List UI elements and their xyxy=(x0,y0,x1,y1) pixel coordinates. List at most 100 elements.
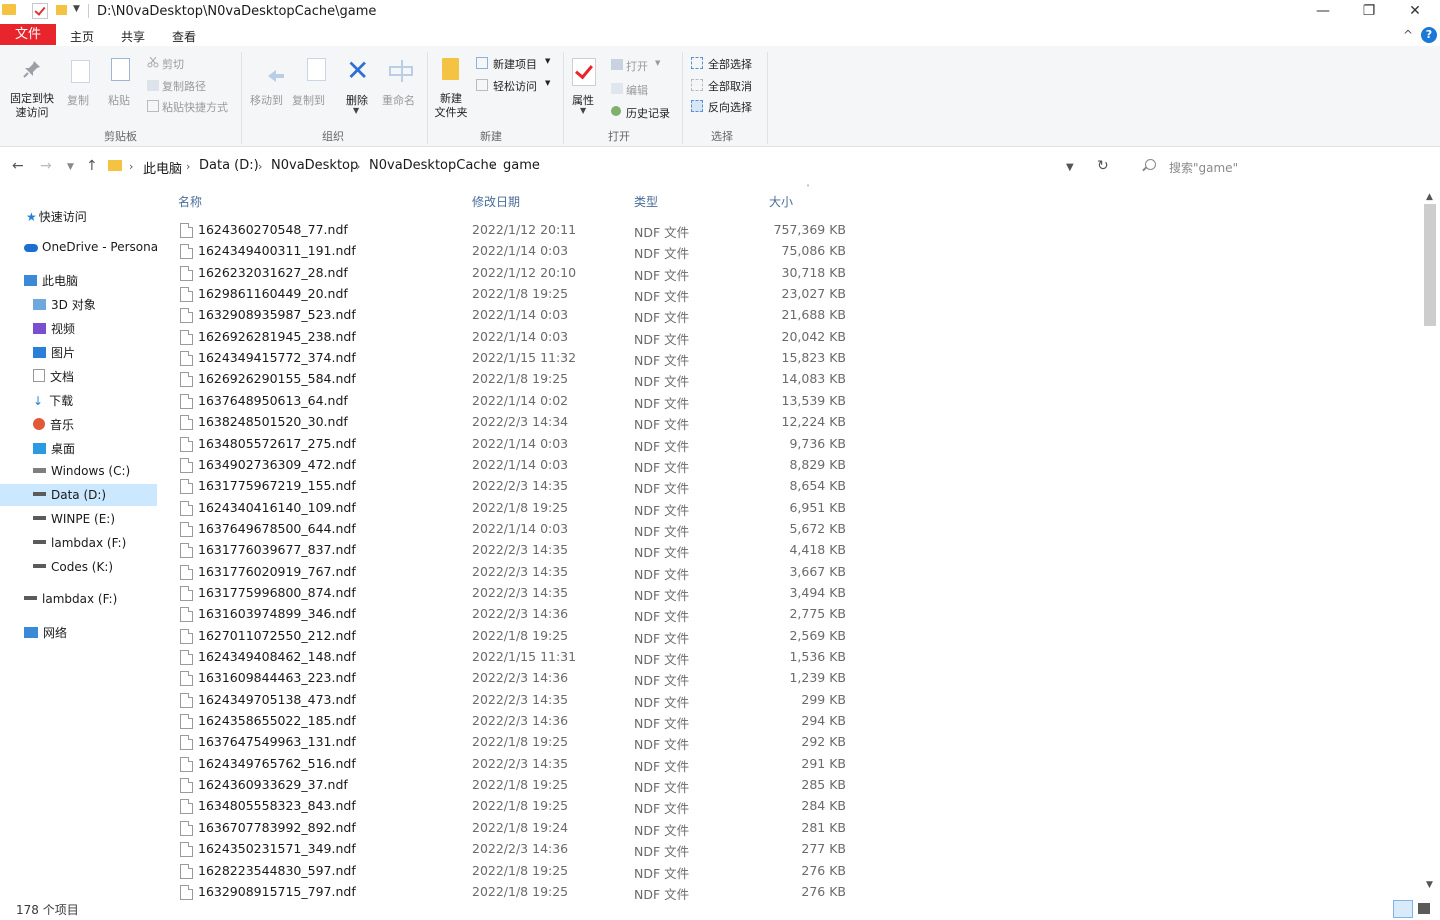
file-row[interactable]: 1624350231571_349.ndf 2022/2/3 14:36 NDF 文… xyxy=(172,838,862,859)
file-row[interactable]: 1637649678500_644.ndf 2022/1/14 0:03 NDF 文… xyxy=(172,518,862,539)
sidebar-item-pictures[interactable]: 图片 xyxy=(33,344,75,361)
sidebar-item-3d-objects[interactable]: 3D 对象 xyxy=(33,296,96,313)
select-none-button[interactable]: 全部取消 xyxy=(708,78,752,94)
tab-home[interactable]: 主页 xyxy=(70,28,94,45)
refresh-icon[interactable]: ↻ xyxy=(1097,158,1109,174)
file-row[interactable]: 1624340416140_109.ndf 2022/1/8 19:25 NDF 文… xyxy=(172,497,862,518)
scroll-up-icon[interactable]: ▲ xyxy=(1426,192,1433,202)
file-row[interactable]: 1632908915715_797.ndf 2022/1/8 19:25 NDF 文… xyxy=(172,881,862,902)
sidebar-item-network[interactable]: 网络 xyxy=(24,624,67,641)
file-row[interactable]: 1624360933629_37.ndf 2022/1/8 19:25 NDF 文件… xyxy=(172,774,862,795)
sidebar-item-quick-access[interactable]: ★ 快速访问 xyxy=(26,208,87,225)
file-row[interactable]: 1634805558323_843.ndf 2022/1/8 19:25 NDF 文… xyxy=(172,795,862,816)
sidebar-item-lambdax[interactable]: lambdax (F:) xyxy=(24,592,117,606)
collapse-ribbon-button[interactable]: ^ xyxy=(1403,28,1413,42)
file-row[interactable]: 1624349705138_473.ndf 2022/2/3 14:35 NDF 文… xyxy=(172,689,862,710)
copy-button[interactable]: 复制 xyxy=(67,92,89,108)
up-icon[interactable]: ↑ xyxy=(86,158,98,174)
file-row[interactable]: 1624349408462_148.ndf 2022/1/15 11:31 NDF … xyxy=(172,646,862,667)
new-folder-button[interactable]: 新建 文件夹 xyxy=(428,92,474,120)
breadcrumb-separator[interactable]: › xyxy=(356,160,360,173)
properties-quick-icon[interactable] xyxy=(32,3,48,19)
chevron-down-icon[interactable]: ▼ xyxy=(655,59,660,67)
breadcrumb-separator[interactable]: › xyxy=(186,160,190,173)
cut-button[interactable]: 剪切 xyxy=(162,56,184,72)
file-row[interactable]: 1631603974899_346.ndf 2022/2/3 14:36 NDF 文… xyxy=(172,603,862,624)
breadcrumb-separator[interactable]: › xyxy=(490,160,494,173)
new-item-button[interactable]: 新建项目 xyxy=(493,56,537,72)
breadcrumb-separator[interactable]: › xyxy=(258,160,262,173)
chevron-down-icon[interactable]: ▼ xyxy=(353,106,359,115)
copy-to-button[interactable]: 复制到 xyxy=(292,92,325,108)
column-header-size[interactable]: 大小 xyxy=(769,193,793,210)
forward-icon[interactable]: → xyxy=(40,158,52,174)
copy-path-button[interactable]: 复制路径 xyxy=(162,78,206,94)
sidebar-item-winpe-e[interactable]: WINPE (E:) xyxy=(33,512,115,526)
file-row[interactable]: 1624349415772_374.ndf 2022/1/15 11:32 NDF … xyxy=(172,347,862,368)
address-history-chevron-down-icon[interactable]: ▼ xyxy=(1066,162,1074,173)
breadcrumb-data-d[interactable]: Data (D:) xyxy=(199,158,259,173)
sidebar-item-documents[interactable]: 文档 xyxy=(33,368,74,385)
file-row[interactable]: 1637648950613_64.ndf 2022/1/14 0:02 NDF 文件… xyxy=(172,390,862,411)
breadcrumb-separator[interactable]: › xyxy=(129,160,133,173)
file-row[interactable]: 1631775996800_874.ndf 2022/2/3 14:35 NDF 文… xyxy=(172,582,862,603)
tab-file[interactable]: 文件 xyxy=(0,24,56,45)
move-to-button[interactable]: 移动到 xyxy=(250,92,283,108)
file-row[interactable]: 1634805572617_275.ndf 2022/1/14 0:03 NDF 文… xyxy=(172,433,862,454)
large-icons-view-icon[interactable] xyxy=(1418,903,1430,914)
file-row[interactable]: 1627011072550_212.ndf 2022/1/8 19:25 NDF 文… xyxy=(172,625,862,646)
search-input[interactable]: 搜索"game" xyxy=(1169,159,1238,176)
back-icon[interactable]: ← xyxy=(12,158,24,174)
file-row[interactable]: 1632908935987_523.ndf 2022/1/14 0:03 NDF 文… xyxy=(172,304,862,325)
sidebar-item-downloads[interactable]: ↓ 下载 xyxy=(33,392,73,409)
file-row[interactable]: 1634902736309_472.ndf 2022/1/14 0:03 NDF 文… xyxy=(172,454,862,475)
restore-button[interactable]: ❐ xyxy=(1346,0,1392,24)
scroll-down-icon[interactable]: ▼ xyxy=(1426,880,1433,890)
help-icon[interactable]: ? xyxy=(1421,27,1437,43)
easy-access-button[interactable]: 轻松访问 xyxy=(493,78,537,94)
select-all-button[interactable]: 全部选择 xyxy=(708,56,752,72)
history-button[interactable]: 历史记录 xyxy=(626,105,670,121)
sidebar-item-data-d[interactable]: Data (D:) xyxy=(33,488,106,502)
file-row[interactable]: 1624360270548_77.ndf 2022/1/12 20:11 NDF 文… xyxy=(172,219,862,240)
breadcrumb-this-pc[interactable]: 此电脑 xyxy=(143,158,182,177)
file-row[interactable]: 1637647549963_131.ndf 2022/1/8 19:25 NDF 文… xyxy=(172,731,862,752)
file-row[interactable]: 1626232031627_28.ndf 2022/1/12 20:10 NDF 文… xyxy=(172,262,862,283)
sidebar-item-videos[interactable]: 视频 xyxy=(33,320,75,337)
breadcrumb-n0vadesktop[interactable]: N0vaDesktop xyxy=(271,158,358,173)
file-row[interactable]: 1631775967219_155.ndf 2022/2/3 14:35 NDF 文… xyxy=(172,475,862,496)
paste-shortcut-button[interactable]: 粘贴快捷方式 xyxy=(162,99,228,115)
rename-button[interactable]: 重命名 xyxy=(382,92,415,108)
file-row[interactable]: 1624358655022_185.ndf 2022/2/3 14:36 NDF 文… xyxy=(172,710,862,731)
details-view-icon[interactable] xyxy=(1393,900,1413,918)
file-row[interactable]: 1624349765762_516.ndf 2022/2/3 14:35 NDF 文… xyxy=(172,753,862,774)
file-row[interactable]: 1624349400311_191.ndf 2022/1/14 0:03 NDF 文… xyxy=(172,240,862,261)
scrollbar-thumb[interactable] xyxy=(1424,204,1436,326)
breadcrumb-cache[interactable]: N0vaDesktopCache xyxy=(369,158,497,173)
breadcrumb-game[interactable]: game xyxy=(503,158,540,173)
file-row[interactable]: 1631776039677_837.ndf 2022/2/3 14:35 NDF 文… xyxy=(172,539,862,560)
chevron-down-icon[interactable]: ▼ xyxy=(545,79,550,87)
file-row[interactable]: 1629861160449_20.ndf 2022/1/8 19:25 NDF 文件… xyxy=(172,283,862,304)
sidebar-item-codes-k[interactable]: Codes (K:) xyxy=(33,560,113,574)
file-row[interactable]: 1626926290155_584.ndf 2022/1/8 19:25 NDF 文… xyxy=(172,368,862,389)
open-button[interactable]: 打开 xyxy=(626,58,648,74)
sidebar-item-lambdax-f[interactable]: lambdax (F:) xyxy=(33,536,126,550)
pin-to-quick-access-button[interactable]: 固定到快 速访问 xyxy=(4,92,60,120)
minimize-button[interactable]: — xyxy=(1300,0,1346,24)
paste-button[interactable]: 粘贴 xyxy=(108,92,130,108)
chevron-down-icon[interactable]: ▼ xyxy=(545,57,550,65)
folder-icon[interactable] xyxy=(2,4,16,15)
new-folder-quick-icon[interactable] xyxy=(56,5,67,15)
file-row[interactable]: 1638248501520_30.ndf 2022/2/3 14:34 NDF 文件… xyxy=(172,411,862,432)
file-row[interactable]: 1628223544830_597.ndf 2022/1/8 19:25 NDF 文… xyxy=(172,860,862,881)
edit-button[interactable]: 编辑 xyxy=(626,82,648,98)
file-row[interactable]: 1636707783992_892.ndf 2022/1/8 19:24 NDF 文… xyxy=(172,817,862,838)
column-header-date[interactable]: 修改日期 xyxy=(472,193,520,210)
tab-share[interactable]: 共享 xyxy=(121,28,145,45)
column-header-type[interactable]: 类型 xyxy=(634,193,658,210)
close-button[interactable]: ✕ xyxy=(1392,0,1438,24)
sidebar-item-this-pc[interactable]: 此电脑 xyxy=(24,272,78,289)
recent-locations-icon[interactable]: ▼ xyxy=(67,162,74,172)
tab-view[interactable]: 查看 xyxy=(172,28,196,45)
